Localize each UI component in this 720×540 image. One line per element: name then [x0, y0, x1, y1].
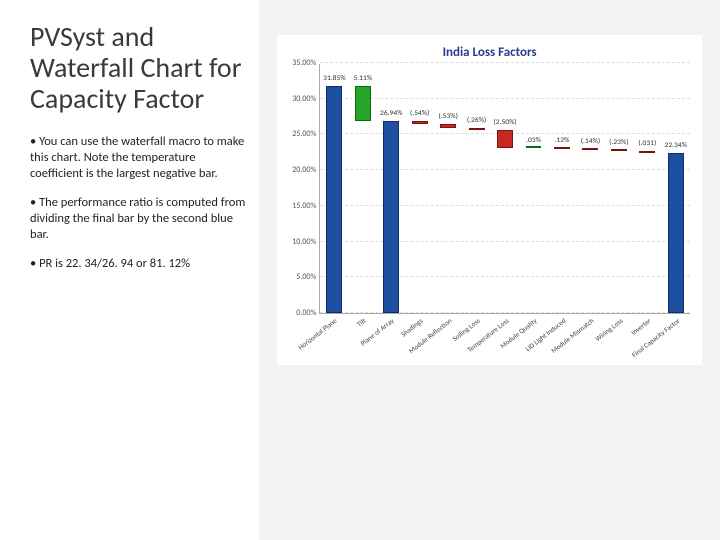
- bar-value-label: (.26%): [467, 116, 486, 125]
- y-tick-label: 5.00%: [282, 272, 316, 282]
- waterfall-bar: [668, 153, 684, 313]
- waterfall-bar: [639, 151, 655, 153]
- waterfall-bar: [440, 124, 456, 128]
- bar-value-label: (.53%): [438, 112, 457, 121]
- waterfall-bar: [611, 149, 627, 151]
- page-title: PVSyst and Waterfall Chart for Capacity …: [30, 22, 249, 114]
- y-tick-label: 0.00%: [282, 308, 316, 318]
- bar-value-label: 26.94%: [380, 109, 402, 118]
- y-gridline: 10.00%: [320, 241, 690, 242]
- y-gridline: 15.00%: [320, 205, 690, 206]
- chart-title: India Loss Factors: [283, 45, 696, 60]
- bar-value-label: .12%: [555, 136, 570, 145]
- x-tick-label: Horizontal Plane: [297, 316, 339, 352]
- y-gridline: 0.00%: [320, 312, 690, 313]
- bar-value-label: 5.11%: [354, 74, 373, 83]
- waterfall-bar: [469, 128, 485, 130]
- x-tick-label: Shadings: [399, 316, 424, 339]
- bar-value-label: (.23%): [609, 138, 628, 147]
- right-column: India Loss Factors 0.00% 5.00% 10.00% 15.00…: [259, 0, 720, 540]
- bar-value-label: 31.85%: [323, 74, 345, 83]
- bar-value-label: 22.34%: [665, 141, 687, 150]
- waterfall-bar: [554, 147, 570, 149]
- y-tick-label: 10.00%: [282, 237, 316, 247]
- x-axis-labels: Horizontal PlaneTiltPlane of ArrayShadin…: [319, 314, 690, 364]
- bar-value-label: (.54%): [410, 109, 429, 118]
- bar-value-label: (.14%): [581, 137, 600, 146]
- bullet-list: You can use the waterfall macro to make …: [30, 134, 249, 271]
- left-column: PVSyst and Waterfall Chart for Capacity …: [0, 0, 259, 540]
- y-gridline: 20.00%: [320, 169, 690, 170]
- y-tick-label: 25.00%: [282, 129, 316, 139]
- bar-value-label: (2.50%): [493, 118, 516, 127]
- x-tick-label: Inverter: [629, 316, 652, 337]
- waterfall-bar: [582, 148, 598, 150]
- slide-root: PVSyst and Waterfall Chart for Capacity …: [0, 0, 720, 540]
- y-tick-label: 15.00%: [282, 201, 316, 211]
- waterfall-bar: [497, 130, 513, 148]
- waterfall-bar: [355, 86, 371, 121]
- bullet-item: You can use the waterfall macro to make …: [30, 134, 249, 181]
- waterfall-bar: [326, 86, 342, 314]
- y-gridline: 5.00%: [320, 276, 690, 277]
- bullet-item: The performance ratio is computed from d…: [30, 195, 249, 242]
- bar-value-label: (.031): [638, 139, 656, 148]
- waterfall-plot: 0.00%5.00%10.00%15.00%20.00%25.00%30.00%…: [319, 64, 690, 314]
- y-tick-label: 30.00%: [282, 94, 316, 104]
- y-gridline: 35.00%: [320, 62, 690, 63]
- y-tick-label: 20.00%: [282, 165, 316, 175]
- waterfall-bar: [526, 146, 542, 148]
- y-tick-label: 35.00%: [282, 58, 316, 68]
- bullet-item: PR is 22. 34/26. 94 or 81. 12%: [30, 256, 249, 272]
- chart-container: India Loss Factors 0.00% 5.00% 10.00% 15.00…: [277, 35, 702, 365]
- waterfall-bar: [412, 121, 428, 125]
- waterfall-bar: [383, 121, 399, 313]
- y-gridline: 30.00%: [320, 98, 690, 99]
- bar-value-label: .03%: [526, 136, 541, 145]
- x-tick-label: Tilt: [355, 316, 368, 329]
- x-tick-label: Wiring Loss: [593, 316, 624, 343]
